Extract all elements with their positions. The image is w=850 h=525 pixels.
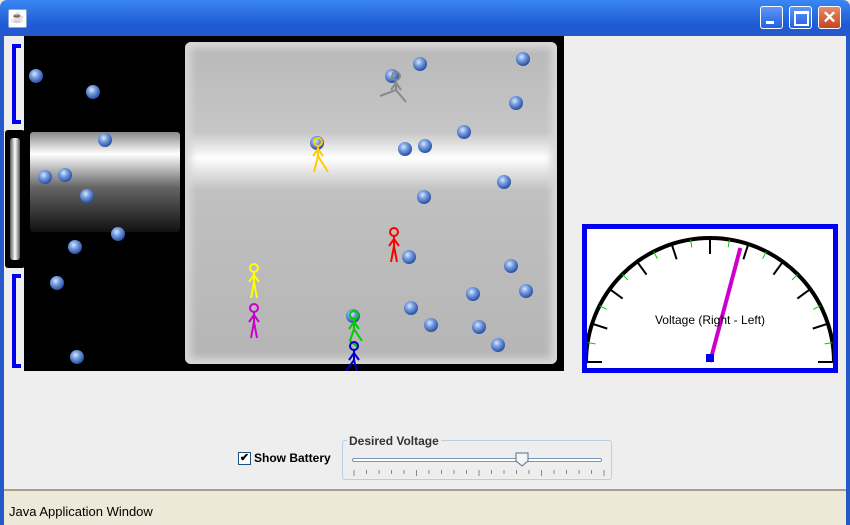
desired-voltage-legend: Desired Voltage [347, 434, 441, 448]
voltmeter: Voltage (Right - Left) [582, 224, 838, 373]
battery-body [5, 130, 25, 268]
voltmeter-gauge [587, 236, 833, 363]
voltage-slider-thumb[interactable] [515, 452, 529, 467]
simulation-canvas[interactable] [24, 36, 564, 371]
gauge-arc [587, 236, 833, 363]
title-bar[interactable]: ☕ ✕ [0, 0, 850, 36]
window-border-right [846, 36, 850, 525]
status-bar: Java Application Window [4, 489, 846, 525]
stick-figure [312, 137, 329, 173]
voltmeter-label: Voltage (Right - Left) [654, 313, 766, 327]
show-battery-checkbox[interactable]: ✔ Show Battery [238, 451, 331, 465]
stick-figure [379, 71, 407, 103]
figure-layer [248, 71, 407, 371]
gauge-tick [670, 243, 678, 260]
gauge-needle [708, 247, 743, 363]
gauge-tick [772, 261, 784, 276]
close-button[interactable]: ✕ [818, 6, 841, 29]
stick-figure [388, 227, 400, 263]
close-icon: ✕ [822, 8, 837, 27]
voltage-slider-ticks [353, 470, 605, 476]
gauge-tick [636, 261, 648, 276]
minimize-button[interactable] [760, 6, 783, 29]
show-battery-label: Show Battery [254, 451, 331, 465]
battery-terminal-bottom [12, 274, 21, 368]
stick-figure [248, 303, 260, 339]
java-cup-icon[interactable]: ☕ [8, 9, 27, 28]
voltage-slider-track[interactable] [352, 458, 602, 462]
status-text: Java Application Window [9, 504, 153, 519]
gauge-tick [791, 273, 799, 281]
stick-figure [248, 263, 260, 299]
maximize-button[interactable] [789, 6, 812, 29]
gauge-tick [796, 288, 811, 300]
gauge-tick [609, 288, 624, 300]
gauge-pivot [706, 354, 714, 362]
gauge-tick [742, 243, 750, 260]
desired-voltage-panel: Desired Voltage [342, 434, 612, 480]
checkmark-icon[interactable]: ✔ [238, 451, 251, 465]
battery-terminal-top [12, 44, 21, 124]
gauge-tick [621, 273, 629, 281]
